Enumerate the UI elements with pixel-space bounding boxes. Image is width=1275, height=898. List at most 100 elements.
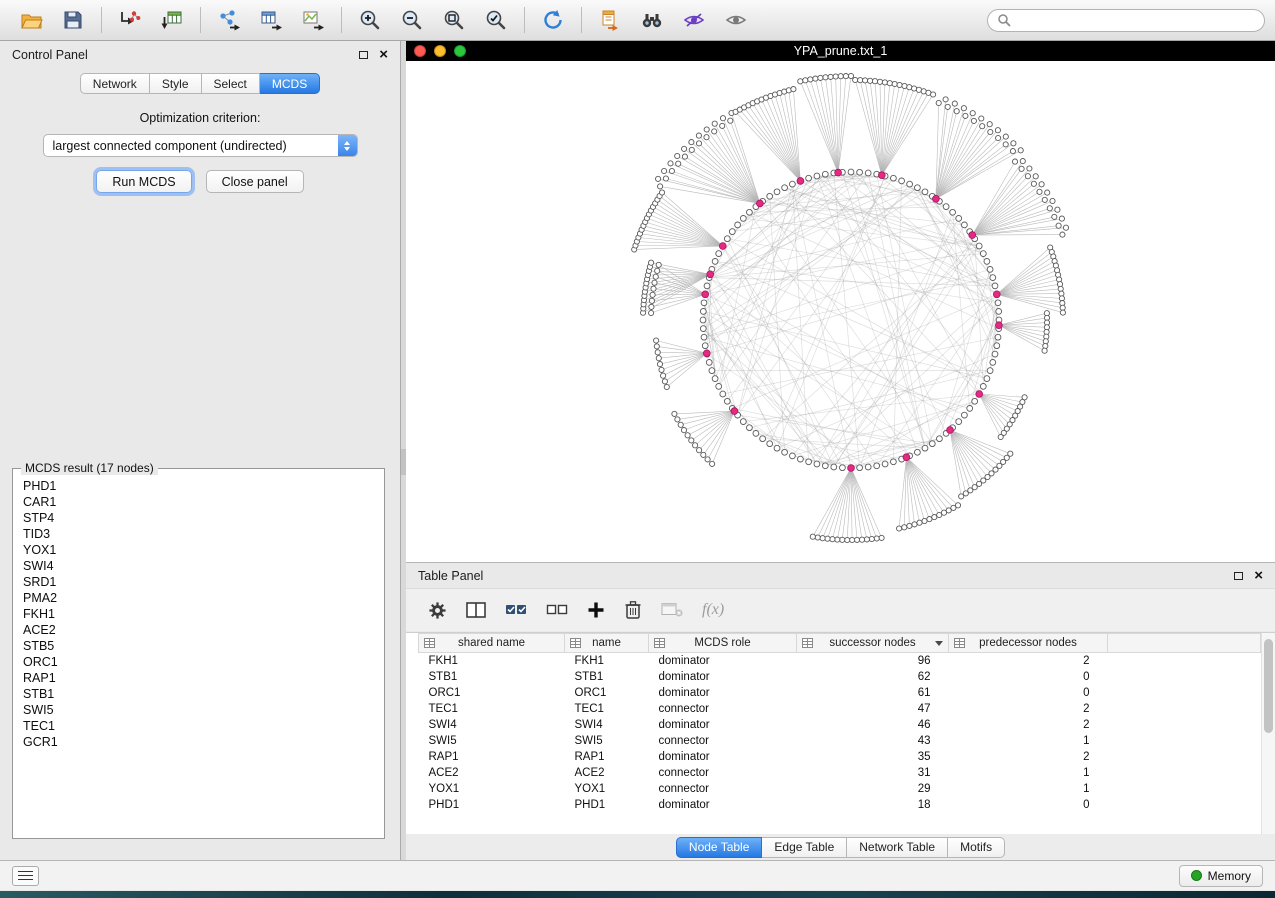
network-canvas[interactable] <box>406 61 1275 562</box>
tab-network[interactable]: Network <box>80 73 150 94</box>
column-header-mcds-role[interactable]: MCDS role <box>649 634 797 653</box>
clear-table-icon <box>661 602 683 618</box>
close-window-button[interactable] <box>414 45 426 57</box>
list-item[interactable]: ACE2 <box>23 622 384 638</box>
table-row[interactable]: ACE2ACE2connector311 <box>419 765 1261 781</box>
list-item[interactable]: PHD1 <box>23 478 384 494</box>
status-menu-button[interactable] <box>12 866 39 886</box>
minimize-window-button[interactable] <box>434 45 446 57</box>
search-input[interactable] <box>1017 13 1255 27</box>
select-all-button[interactable] <box>505 601 527 619</box>
clone-network-button[interactable] <box>589 4 631 36</box>
list-item[interactable]: SWI5 <box>23 702 384 718</box>
control-panel-header: Control Panel × <box>0 41 400 68</box>
show-hide-button[interactable] <box>715 4 757 36</box>
close-panel-button[interactable]: Close panel <box>206 170 304 193</box>
refresh-button[interactable] <box>532 4 574 36</box>
column-header-shared-name[interactable]: shared name <box>419 634 565 653</box>
table-row[interactable]: SWI4SWI4dominator462 <box>419 717 1261 733</box>
list-item[interactable]: YOX1 <box>23 542 384 558</box>
column-header-name[interactable]: name <box>565 634 649 653</box>
list-item[interactable]: SRD1 <box>23 574 384 590</box>
list-item[interactable]: RAP1 <box>23 670 384 686</box>
list-item[interactable]: STB5 <box>23 638 384 654</box>
style-preview-button[interactable] <box>673 4 715 36</box>
import-network-button[interactable] <box>109 4 151 36</box>
list-item[interactable]: ORC1 <box>23 654 384 670</box>
list-item[interactable]: CAR1 <box>23 494 384 510</box>
list-item[interactable]: STP4 <box>23 510 384 526</box>
column-header-filler <box>1108 634 1261 653</box>
export-table-icon <box>260 9 283 31</box>
tab-motifs[interactable]: Motifs <box>948 837 1005 858</box>
zoom-selected-icon <box>485 9 507 31</box>
table-row[interactable]: FKH1FKH1dominator962 <box>419 653 1261 670</box>
cell-name: PHD1 <box>565 797 649 813</box>
optimization-criterion-select[interactable]: largest connected component (undirected) <box>43 134 358 157</box>
table-row[interactable]: SWI5SWI5connector431 <box>419 733 1261 749</box>
table-settings-button[interactable] <box>428 601 447 620</box>
list-item[interactable]: SWI4 <box>23 558 384 574</box>
deselect-all-button[interactable] <box>546 601 568 619</box>
combo-selected-value: largest connected component (undirected) <box>53 139 287 153</box>
cell-name: STB1 <box>565 669 649 685</box>
node-table: shared name name MCDS role successor nod… <box>418 633 1261 813</box>
toolbar-separator <box>101 7 102 33</box>
zoom-out-button[interactable] <box>391 4 433 36</box>
table-scrollbar[interactable] <box>1261 633 1275 834</box>
table-row[interactable]: TEC1TEC1connector472 <box>419 701 1261 717</box>
function-builder-button[interactable]: f(x) <box>702 601 724 619</box>
add-column-button[interactable] <box>587 601 605 619</box>
float-table-panel-icon[interactable] <box>1234 572 1243 580</box>
tab-style[interactable]: Style <box>150 73 202 94</box>
table-row[interactable]: PHD1PHD1dominator180 <box>419 797 1261 813</box>
export-image-button[interactable] <box>292 4 334 36</box>
find-button[interactable] <box>631 4 673 36</box>
save-session-button[interactable] <box>52 4 94 36</box>
tab-select[interactable]: Select <box>202 73 260 94</box>
tab-network-table[interactable]: Network Table <box>847 837 948 858</box>
open-file-button[interactable] <box>10 4 52 36</box>
list-item[interactable]: TID3 <box>23 526 384 542</box>
cell-mcds-role: dominator <box>649 717 797 733</box>
import-table-button[interactable] <box>151 4 193 36</box>
close-panel-icon[interactable]: × <box>379 49 388 61</box>
search-box[interactable] <box>987 9 1265 32</box>
column-header-successor-nodes[interactable]: successor nodes <box>797 634 949 653</box>
cell-successor-nodes: 31 <box>797 765 949 781</box>
toolbar-separator <box>341 7 342 33</box>
zoom-selected-button[interactable] <box>475 4 517 36</box>
control-panel-title: Control Panel <box>12 48 88 62</box>
table-row[interactable]: YOX1YOX1connector291 <box>419 781 1261 797</box>
list-item[interactable]: GCR1 <box>23 734 384 750</box>
cell-filler <box>1108 685 1261 701</box>
scrollbar-thumb[interactable] <box>1264 639 1273 733</box>
list-item[interactable]: FKH1 <box>23 606 384 622</box>
tab-node-table[interactable]: Node Table <box>676 837 763 858</box>
cell-name: FKH1 <box>565 653 649 670</box>
list-item[interactable]: STB1 <box>23 686 384 702</box>
table-row[interactable]: STB1STB1dominator620 <box>419 669 1261 685</box>
memory-button[interactable]: Memory <box>1179 865 1263 887</box>
tab-edge-table[interactable]: Edge Table <box>762 837 847 858</box>
show-columns-button[interactable] <box>466 601 486 619</box>
clear-table-button[interactable] <box>661 602 683 618</box>
run-mcds-button[interactable]: Run MCDS <box>96 170 191 193</box>
close-table-panel-icon[interactable]: × <box>1254 570 1263 582</box>
cell-shared-name: SWI4 <box>419 717 565 733</box>
export-network-button[interactable] <box>208 4 250 36</box>
export-table-button[interactable] <box>250 4 292 36</box>
cell-mcds-role: dominator <box>649 669 797 685</box>
list-item[interactable]: TEC1 <box>23 718 384 734</box>
column-header-predecessor-nodes[interactable]: predecessor nodes <box>949 634 1108 653</box>
tab-mcds[interactable]: MCDS <box>260 73 320 94</box>
float-panel-icon[interactable] <box>359 51 368 59</box>
list-item[interactable]: PMA2 <box>23 590 384 606</box>
delete-column-button[interactable] <box>624 600 642 620</box>
table-row[interactable]: ORC1ORC1dominator610 <box>419 685 1261 701</box>
table-row[interactable]: RAP1RAP1dominator352 <box>419 749 1261 765</box>
maximize-window-button[interactable] <box>454 45 466 57</box>
zoom-in-button[interactable] <box>349 4 391 36</box>
zoom-fit-button[interactable] <box>433 4 475 36</box>
mcds-result-group: MCDS result (17 nodes) PHD1CAR1STP4TID3Y… <box>12 468 385 839</box>
